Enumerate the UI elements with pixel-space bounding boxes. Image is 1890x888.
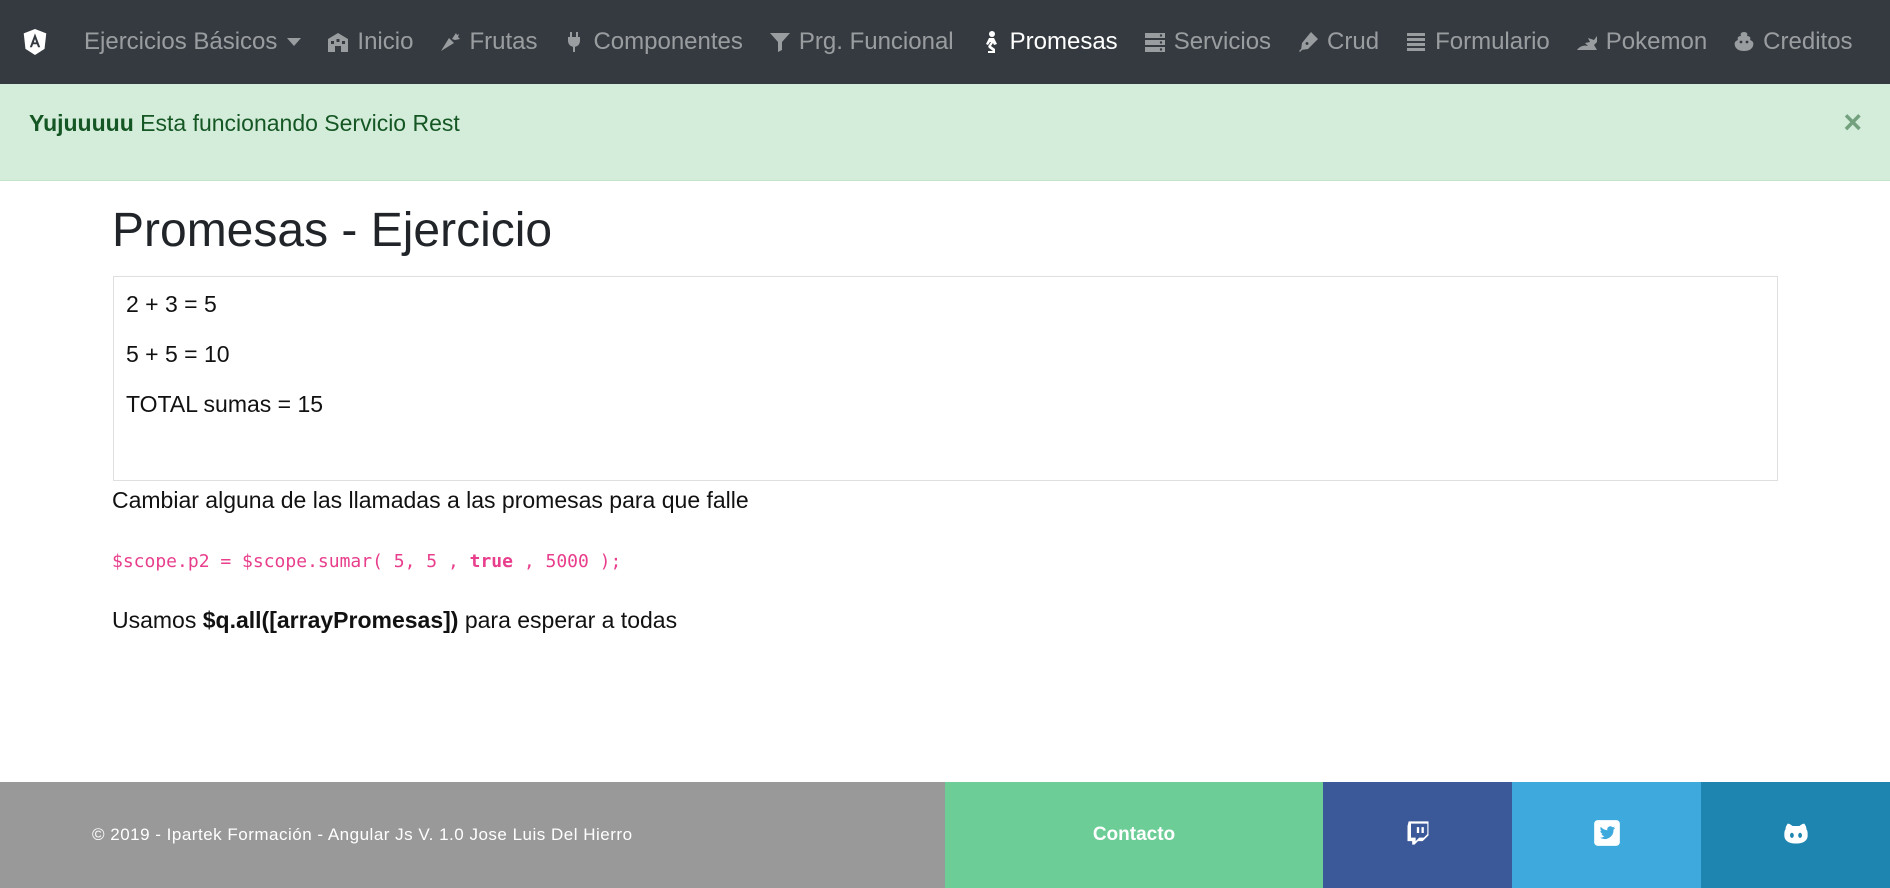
nav-label: Promesas bbox=[1009, 28, 1118, 55]
result-line: 2 + 3 = 5 bbox=[126, 291, 217, 317]
nav-label: Servicios bbox=[1173, 28, 1272, 55]
list-icon bbox=[1403, 29, 1429, 55]
page-title: Promesas - Ejercicio bbox=[112, 204, 553, 257]
dragon-icon bbox=[1574, 29, 1600, 55]
nav-pokemon[interactable]: Pokemon bbox=[1574, 28, 1707, 56]
result-line: 5 + 5 = 10 bbox=[126, 341, 230, 367]
carrot-icon bbox=[437, 29, 463, 55]
caret-down-icon bbox=[287, 38, 302, 46]
github-link[interactable] bbox=[1701, 782, 1890, 888]
poo-icon bbox=[1731, 29, 1757, 55]
twitch-link[interactable] bbox=[1323, 782, 1512, 888]
result-total: TOTAL sumas = 15 bbox=[126, 391, 324, 417]
twitch-icon bbox=[1404, 819, 1432, 852]
nav-prg-funcional[interactable]: Prg. Funcional bbox=[767, 28, 954, 56]
plug-icon bbox=[561, 29, 587, 55]
success-alert: Yujuuuuu Esta funcionando Servicio Rest … bbox=[0, 84, 1890, 181]
code-post: , 5000 ); bbox=[512, 551, 622, 572]
usage-text: Usamos $q.all([arrayPromesas]) para espe… bbox=[112, 607, 677, 634]
nav-label: Formulario bbox=[1435, 28, 1550, 55]
nav-label: Frutas bbox=[469, 28, 538, 55]
nav-label: Inicio bbox=[357, 28, 414, 55]
contact-button[interactable]: Contacto bbox=[945, 782, 1323, 888]
alert-strong: Yujuuuuu bbox=[29, 110, 134, 136]
results-box: 2 + 3 = 5 5 + 5 = 10 TOTAL sumas = 15 bbox=[113, 276, 1778, 481]
nav-componentes[interactable]: Componentes bbox=[561, 28, 743, 56]
footer: © 2019 - Ipartek Formación - Angular Js … bbox=[0, 782, 1890, 888]
nav-label: Prg. Funcional bbox=[798, 28, 954, 55]
usage-post: para esperar a todas bbox=[458, 607, 678, 633]
nav-creditos[interactable]: Creditos bbox=[1731, 28, 1853, 56]
footer-copyright: © 2019 - Ipartek Formación - Angular Js … bbox=[0, 782, 945, 888]
nav-crud[interactable]: Crud bbox=[1295, 28, 1379, 56]
nav-inicio[interactable]: Inicio bbox=[325, 28, 413, 56]
github-icon bbox=[1782, 819, 1810, 852]
code-snippet: $scope.p2 = $scope.sumar( 5, 5 , true , … bbox=[112, 551, 621, 572]
close-icon[interactable]: × bbox=[1843, 106, 1862, 138]
nav-label: Componentes bbox=[593, 28, 743, 55]
usage-strong: $q.all([arrayPromesas]) bbox=[202, 607, 459, 633]
nav-frutas[interactable]: Frutas bbox=[437, 28, 537, 56]
nav-formulario[interactable]: Formulario bbox=[1403, 28, 1550, 56]
nav-servicios[interactable]: Servicios bbox=[1142, 28, 1271, 56]
instruction-text: Cambiar alguna de las llamadas a las pro… bbox=[112, 487, 749, 513]
twitter-link[interactable] bbox=[1512, 782, 1701, 888]
nav-label: Crud bbox=[1327, 28, 1380, 55]
top-navbar: Ejercicios Básicos Inicio Frutas Compone… bbox=[0, 0, 1890, 84]
praying-icon bbox=[978, 29, 1004, 55]
nav-label: Pokemon bbox=[1605, 28, 1708, 55]
usage-pre: Usamos bbox=[112, 607, 203, 633]
code-pre: $scope.p2 = $scope.sumar( 5, 5 , bbox=[112, 551, 470, 572]
angular-logo-icon[interactable] bbox=[20, 26, 50, 58]
pen-icon bbox=[1295, 29, 1321, 55]
nav-ejercicios-basicos-dropdown[interactable]: Ejercicios Básicos bbox=[84, 28, 302, 56]
twitter-icon bbox=[1593, 819, 1621, 852]
alert-text: Esta funcionando Servicio Rest bbox=[140, 110, 460, 136]
filter-icon bbox=[767, 29, 793, 55]
alert-message: Yujuuuuu Esta funcionando Servicio Rest bbox=[29, 110, 460, 137]
building-icon bbox=[325, 29, 351, 55]
nav-label: Creditos bbox=[1763, 28, 1853, 55]
code-keyword: true bbox=[469, 551, 513, 572]
nav-label: Ejercicios Básicos bbox=[84, 28, 278, 55]
nav-promesas[interactable]: Promesas bbox=[978, 28, 1118, 56]
server-icon bbox=[1142, 29, 1168, 55]
